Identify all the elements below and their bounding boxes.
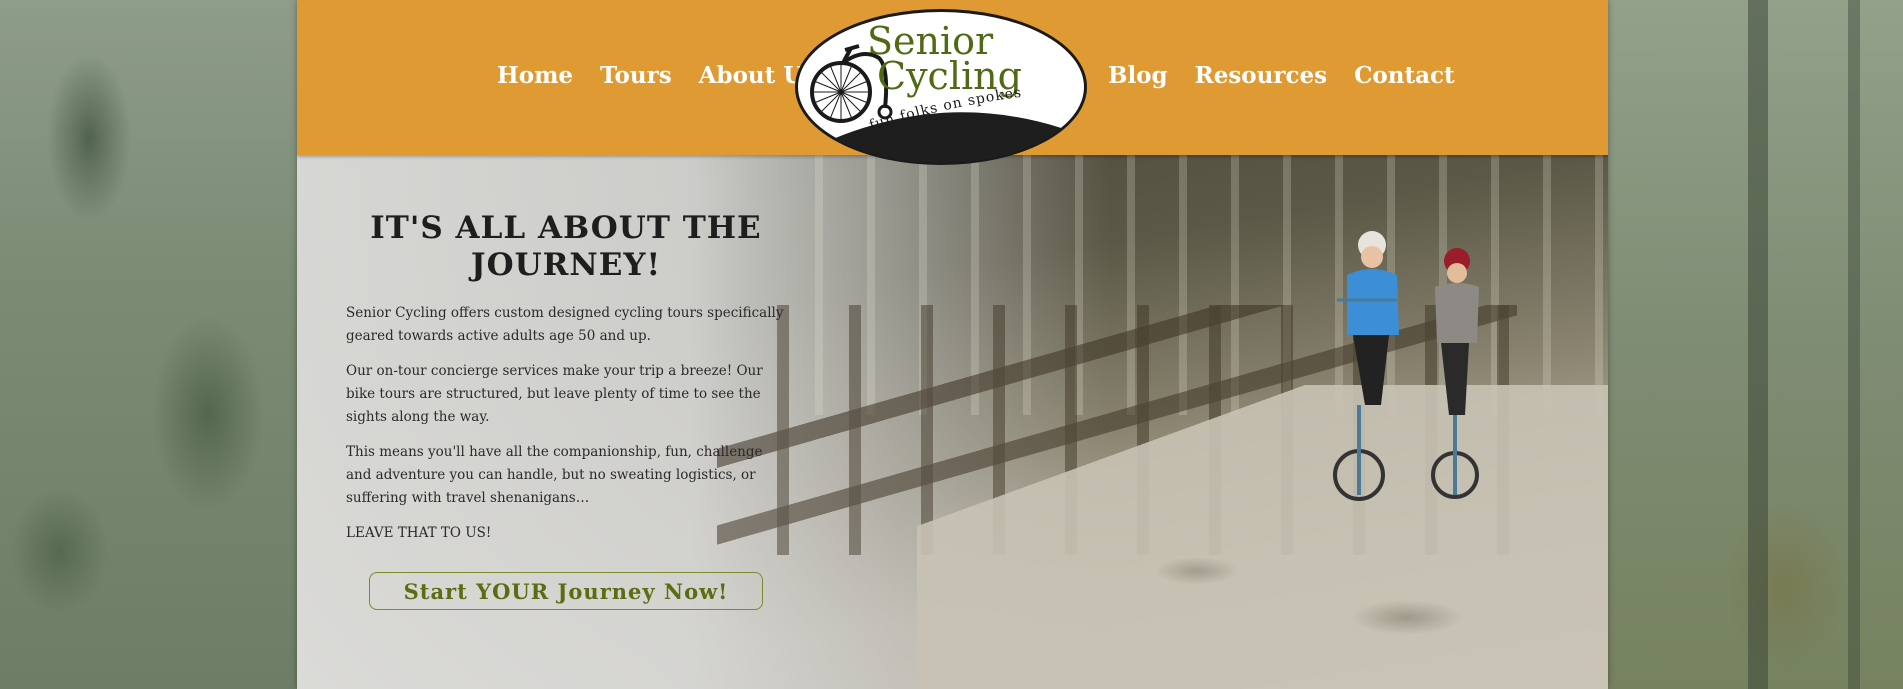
hero-paragraph-2: Our on-tour concierge services make your…: [346, 363, 763, 425]
hero-paragraph-1: Senior Cycling offers custom designed cy…: [346, 305, 784, 344]
cyclists-photo: [1333, 231, 1479, 501]
nav-contact[interactable]: Contact: [1354, 62, 1455, 89]
hero-section: IT'S ALL ABOUT THE JOURNEY! Senior Cycli…: [297, 155, 1608, 689]
start-journey-button[interactable]: Start YOUR Journey Now!: [369, 572, 763, 610]
main-nav-right: Blog Resources Contact: [1108, 62, 1455, 89]
hero-paragraph-4: LEAVE THAT TO US!: [346, 525, 492, 541]
nav-home[interactable]: Home: [497, 62, 573, 89]
nav-resources[interactable]: Resources: [1195, 62, 1327, 89]
senior-cycling-logo[interactable]: Senior Cycling fun folks on spokes: [793, 8, 1089, 166]
page-container: Home Tours About Us Blog Resources Conta…: [297, 0, 1608, 689]
nav-blog[interactable]: Blog: [1108, 62, 1168, 89]
hero-title: IT'S ALL ABOUT THE JOURNEY!: [370, 210, 762, 283]
forest-background-left: [0, 0, 297, 689]
nav-tours[interactable]: Tours: [600, 62, 672, 89]
hero-paragraph-3: This means you'll have all the companion…: [346, 444, 763, 506]
hero-intro: IT'S ALL ABOUT THE JOURNEY! Senior Cycli…: [346, 210, 786, 557]
forest-background-right: [1608, 0, 1903, 689]
main-nav-left: Home Tours About Us: [497, 62, 816, 89]
